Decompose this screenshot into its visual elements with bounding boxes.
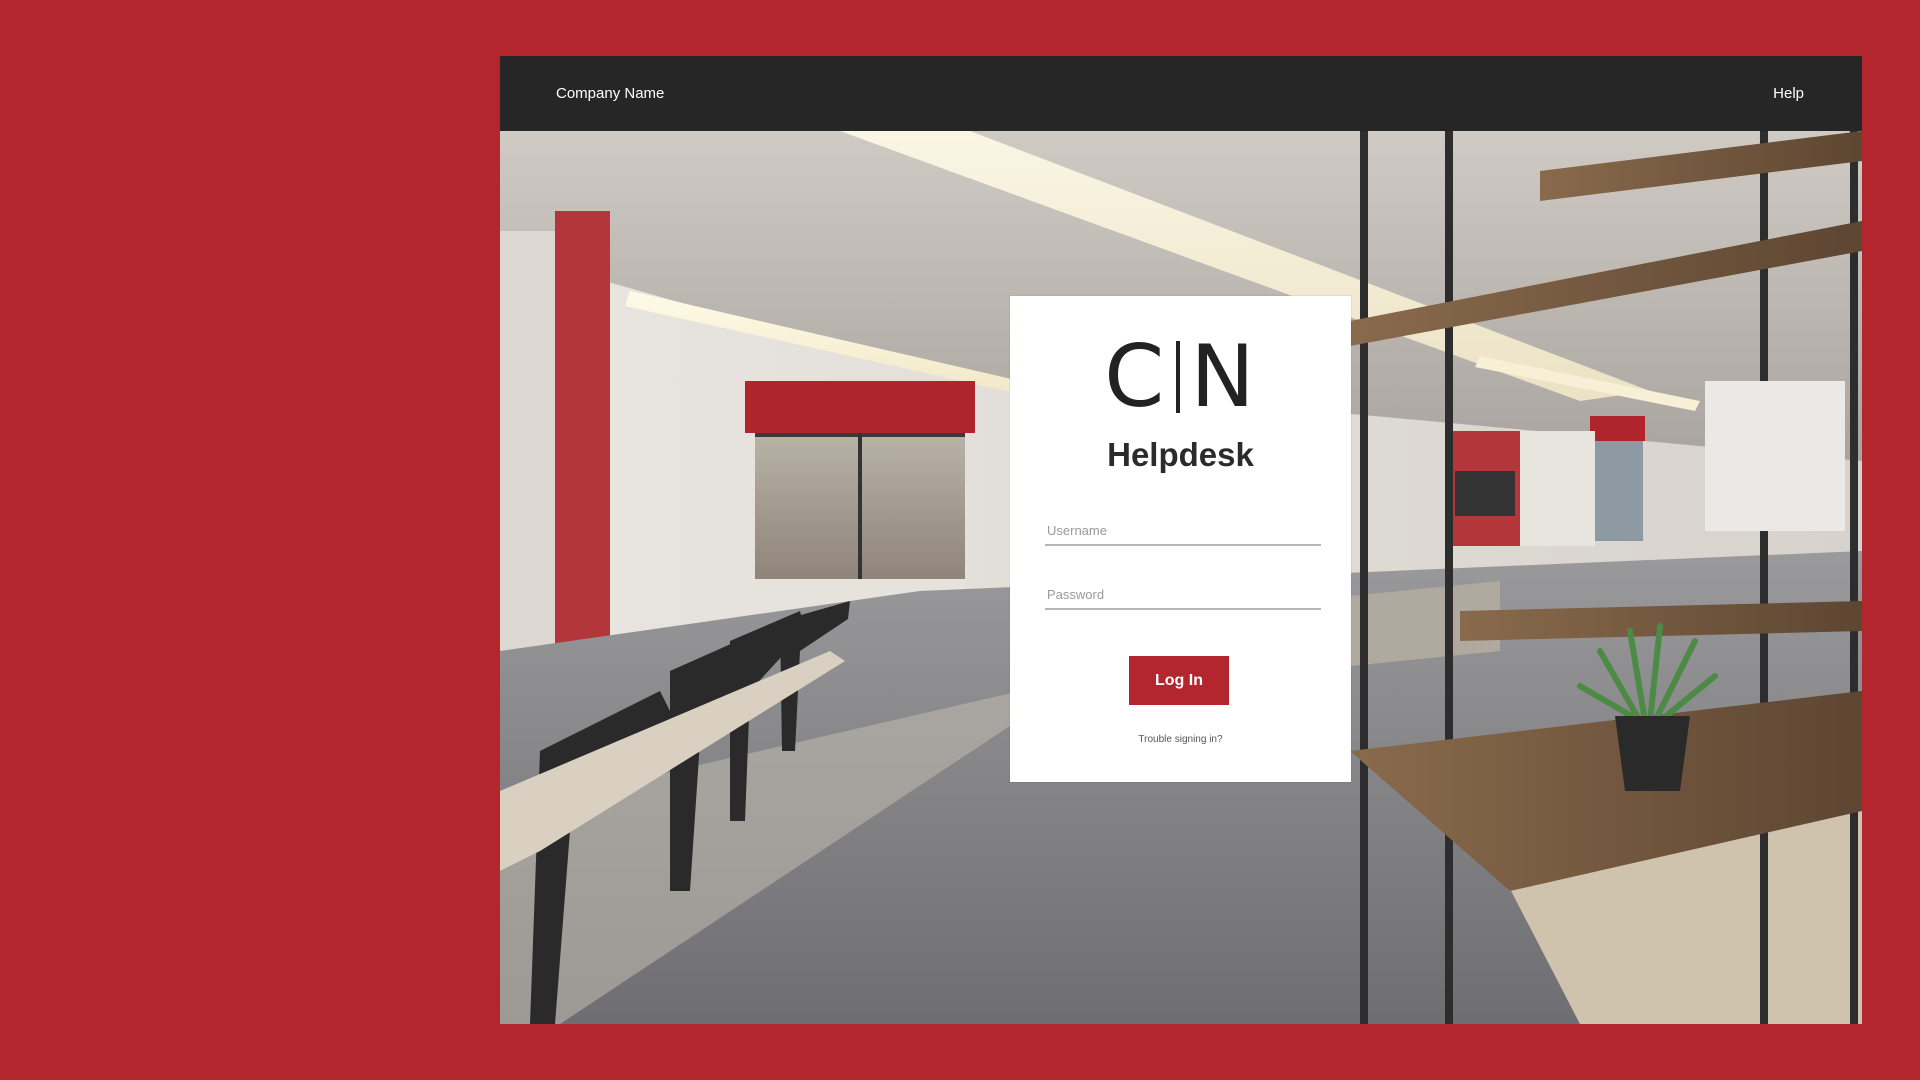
- company-logo: C N: [1010, 327, 1351, 427]
- login-button[interactable]: Log In: [1129, 656, 1229, 705]
- logo-letter-right: N: [1190, 327, 1257, 427]
- logo-letter-left: C: [1104, 327, 1167, 427]
- username-field[interactable]: [1045, 516, 1321, 546]
- top-bar: Company Name Help: [500, 56, 1862, 131]
- login-card: C N Helpdesk Log In Trouble signing in?: [1010, 296, 1351, 782]
- logo-divider: [1176, 341, 1181, 413]
- password-field[interactable]: [1045, 580, 1321, 610]
- company-name: Company Name: [556, 85, 665, 102]
- app-window: Company Name Help C N Helpdesk Username …: [500, 56, 1862, 1024]
- trouble-signing-in-link[interactable]: Trouble signing in?: [1010, 734, 1351, 745]
- help-link[interactable]: Help: [1773, 85, 1804, 102]
- page-title: Helpdesk: [1107, 436, 1254, 473]
